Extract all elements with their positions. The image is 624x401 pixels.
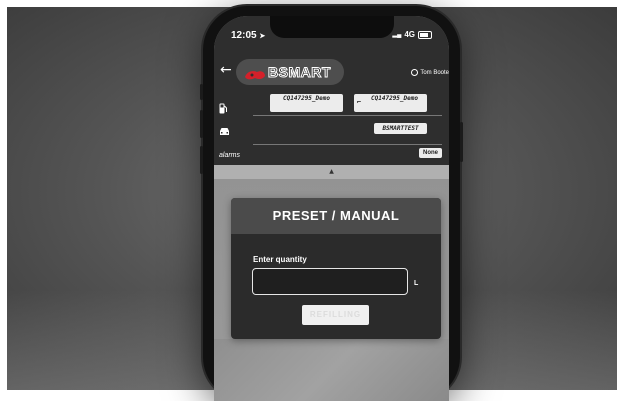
divider-1 [253, 115, 442, 116]
mute-switch [200, 84, 203, 100]
brand-mark-icon [244, 66, 266, 80]
user-icon [411, 69, 419, 76]
collapse-toggle[interactable]: ▲ [214, 165, 449, 179]
refilling-button[interactable]: REFILLING [302, 305, 369, 325]
nozzle-chip[interactable]: ⌐ CQ147295_Demo [354, 94, 427, 112]
phone-frame: 12:05 ➤ ▂▄ 4G ← BSMART Tom Boote CQ14729… [200, 6, 463, 401]
signal-icon: ▂▄ [392, 32, 402, 38]
app-header: ← BSMART Tom Boote [214, 54, 449, 92]
info-panel: CQ147295_Demo ⌐ CQ147295_Demo BSMARTTEST… [214, 92, 449, 165]
phone-notch [270, 16, 394, 38]
vehicle-chip-text: BSMARTTEST [382, 125, 419, 132]
card-title: PRESET / MANUAL [231, 198, 441, 234]
user-profile[interactable]: Tom Boote [411, 69, 449, 76]
quantity-label: Enter quantity [253, 255, 307, 264]
location-arrow-icon: ➤ [259, 33, 266, 40]
status-time: 12:05 ➤ [231, 30, 265, 41]
volume-down-button [200, 146, 203, 174]
brand-text: BSMART [268, 64, 331, 81]
power-button [460, 122, 463, 162]
pump-chip-text: CQ147295_Demo [283, 95, 330, 102]
volume-up-button [200, 110, 203, 138]
pump-chip[interactable]: CQ147295_Demo [270, 94, 343, 112]
unit-label: L [414, 280, 419, 287]
status-right: ▂▄ 4G [392, 30, 432, 39]
phone-screen: 12:05 ➤ ▂▄ 4G ← BSMART Tom Boote CQ14729… [214, 16, 449, 401]
car-icon [219, 121, 230, 140]
battery-icon [418, 30, 432, 39]
nozzle-chip-text: CQ147295_Demo [371, 95, 418, 102]
quantity-input[interactable] [252, 268, 408, 295]
brand-logo: BSMART [236, 59, 344, 85]
refilling-button-label: REFILLING [309, 310, 362, 319]
nozzle-icon: ⌐ [357, 98, 362, 106]
preset-manual-card: PRESET / MANUAL Enter quantity L REFILLI… [231, 198, 441, 339]
fuel-pump-icon [219, 99, 228, 118]
status-time-text: 12:05 [231, 30, 257, 41]
user-name: Tom Boote [420, 69, 449, 76]
alarms-value-badge[interactable]: None [419, 148, 442, 158]
alarms-label: alarms [219, 152, 241, 159]
caret-up-icon: ▲ [329, 168, 334, 175]
divider-2 [253, 144, 442, 145]
vehicle-chip[interactable]: BSMARTTEST [374, 123, 427, 134]
network-type: 4G [404, 30, 415, 39]
screen-background-pattern [214, 339, 449, 401]
alarms-value-text: None [423, 150, 438, 156]
arrow-left-icon[interactable]: ← [220, 62, 232, 78]
